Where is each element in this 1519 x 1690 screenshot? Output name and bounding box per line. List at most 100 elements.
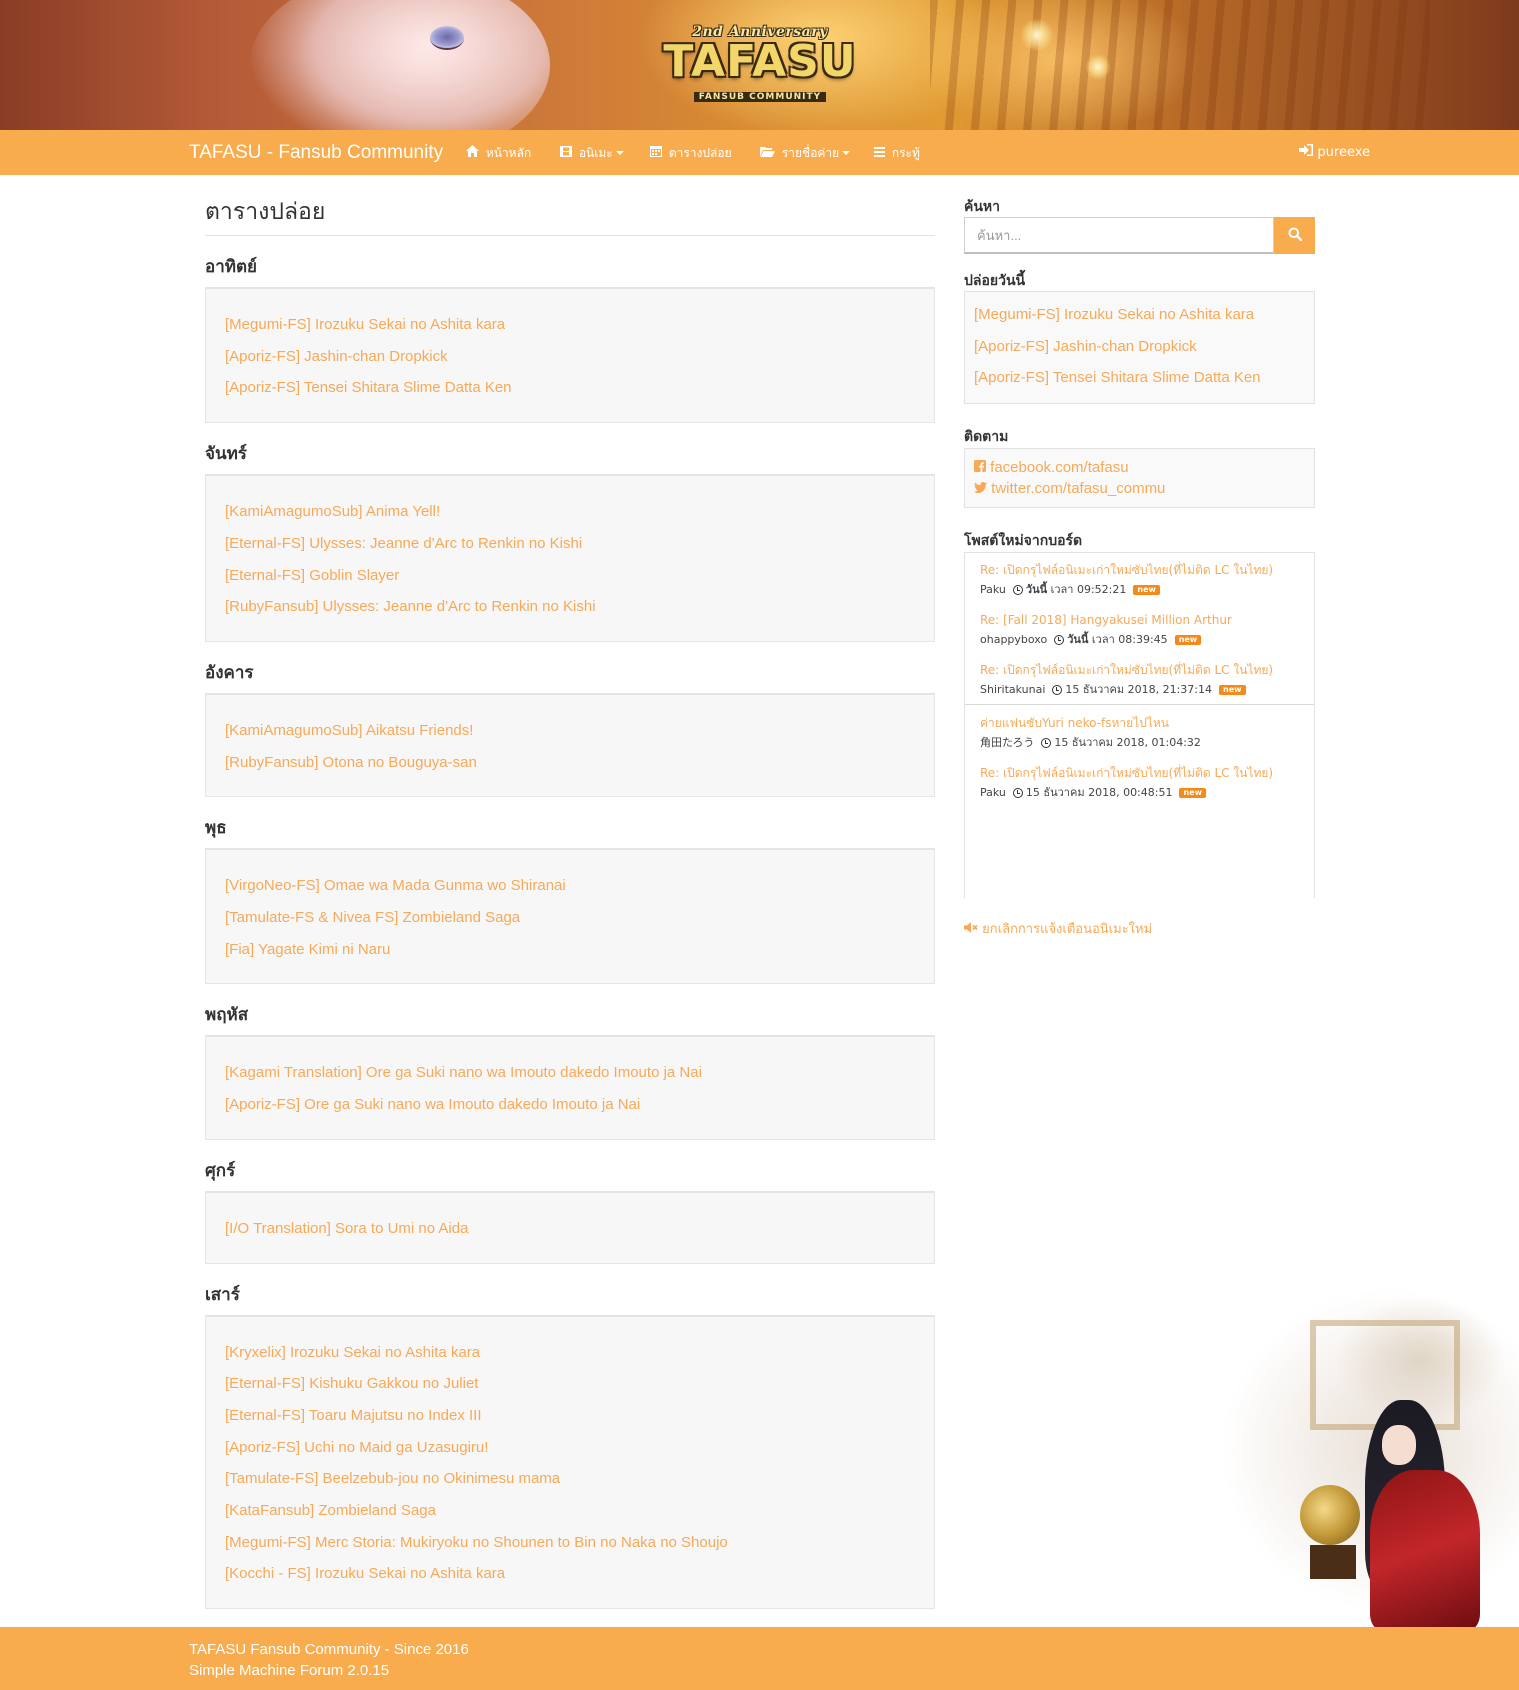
post-time: เวลา 09:52:21 bbox=[1050, 582, 1127, 596]
nav-forum-label: กระทู้ bbox=[891, 146, 920, 160]
calendar-icon bbox=[650, 146, 666, 160]
nav-home-label: หน้าหลัก bbox=[485, 146, 532, 160]
post-author: Paku bbox=[980, 582, 1006, 596]
follow-links: facebook.com/tafasu twitter.com/tafasu_c… bbox=[964, 447, 1315, 508]
follow-heading: ติดตาม bbox=[964, 428, 1009, 445]
release-link[interactable]: [Tamulate-FS & Nivea FS] Zombieland Saga bbox=[225, 902, 915, 934]
board-post-meta: Shiritakunai 15 ธันวาคม 2018, 21:37:14 new bbox=[980, 682, 1284, 698]
post-time: 15 ธันวาคม 2018, 00:48:51 bbox=[1025, 785, 1173, 799]
banner-background-pillars bbox=[930, 0, 1430, 130]
search-icon bbox=[1288, 227, 1302, 244]
release-link[interactable]: [Aporiz-FS] Ore ga Suki nano wa Imouto d… bbox=[225, 1089, 915, 1121]
board-post-meta: 角田たろう 15 ธันวาคม 2018, 01:04:32 bbox=[980, 735, 1284, 751]
release-link[interactable]: [Megumi-FS] Irozuku Sekai no Ashita kara bbox=[225, 309, 915, 341]
nav-schedule-label: ตารางปล่อย bbox=[668, 146, 732, 160]
logo-title: TAFASU bbox=[663, 36, 857, 87]
post-time: เวลา 08:39:45 bbox=[1091, 632, 1168, 646]
search-input[interactable] bbox=[964, 217, 1274, 254]
gramophone-base bbox=[1310, 1545, 1356, 1579]
day-heading: อาทิตย์ bbox=[205, 257, 257, 277]
username: pureexe bbox=[1317, 145, 1370, 160]
board-post-meta: Paku 15 ธันวาคม 2018, 00:48:51 new bbox=[980, 785, 1284, 801]
page-title: ตารางปล่อย bbox=[205, 197, 935, 236]
board-post-title[interactable]: Re: เปิดกรุไฟล์อนิเมะเก่าใหม่ซับไทย(ที่ไ… bbox=[980, 765, 1284, 781]
today-release-list: [Megumi-FS] Irozuku Sekai no Ashita kara… bbox=[964, 291, 1315, 404]
unsubscribe-anime-notification[interactable]: ยกเลิกการแจ้งเตือนอนิเมะใหม่ bbox=[964, 918, 1315, 939]
board-post-item: Re: เปิดกรุไฟล์อนิเมะเก่าใหม่ซับไทย(ที่ไ… bbox=[965, 755, 1314, 805]
nav-home[interactable]: หน้าหลัก bbox=[466, 144, 531, 163]
board-post-title[interactable]: Re: [Fall 2018] Hangyakusei Million Arth… bbox=[980, 612, 1284, 628]
nav-anime-label: อนิเมะ bbox=[578, 146, 613, 160]
day-release-list: [VirgoNeo-FS] Omae wa Mada Gunma wo Shir… bbox=[205, 848, 935, 985]
board-post-title[interactable]: Re: เปิดกรุไฟล์อนิเมะเก่าใหม่ซับไทย(ที่ไ… bbox=[980, 562, 1284, 578]
day-release-list: [KamiAmagumoSub] Aikatsu Friends! [RubyF… bbox=[205, 692, 935, 798]
release-link[interactable]: [RubyFansub] Otona no Bouguya-san bbox=[225, 747, 915, 779]
release-link[interactable]: [Tamulate-FS] Beelzebub-jou no Okinimesu… bbox=[225, 1463, 915, 1495]
release-link[interactable]: [I/O Translation] Sora to Umi no Aida bbox=[225, 1213, 915, 1245]
board-post-item: Re: เปิดกรุไฟล์อนิเมะเก่าใหม่ซับไทย(ที่ไ… bbox=[965, 553, 1314, 602]
day-heading: พุธ bbox=[205, 818, 227, 839]
chevron-down-icon bbox=[615, 151, 624, 155]
character-face bbox=[1382, 1425, 1416, 1465]
board-post-title[interactable]: ค่ายแฟนซับYuri neko-fsหายไปไหน bbox=[980, 715, 1284, 731]
search-button[interactable] bbox=[1274, 217, 1315, 254]
nav-schedule[interactable]: ตารางปล่อย bbox=[650, 144, 732, 163]
navbar-brand[interactable]: TAFASU - Fansub Community bbox=[189, 142, 443, 164]
board-posts-list: Re: เปิดกรุไฟล์อนิเมะเก่าใหม่ซับไทย(ที่ไ… bbox=[964, 551, 1315, 898]
chandelier-light bbox=[1020, 18, 1054, 52]
clock-icon bbox=[1012, 584, 1023, 595]
site-logo[interactable]: 2nd Anniversary TAFASU FANSUB COMMUNITY bbox=[650, 24, 870, 103]
twitter-link[interactable]: twitter.com/tafasu_commu bbox=[974, 478, 1305, 499]
release-link[interactable]: [Megumi-FS] Merc Storia: Mukiryoku no Sh… bbox=[225, 1527, 915, 1559]
day-release-list: [Megumi-FS] Irozuku Sekai no Ashita kara… bbox=[205, 287, 935, 424]
release-link[interactable]: [Eternal-FS] Kishuku Gakkou no Juliet bbox=[225, 1368, 915, 1400]
home-icon bbox=[466, 145, 483, 160]
board-posts-heading: โพสต์ใหม่จากบอร์ด bbox=[964, 532, 1083, 549]
new-badge: new bbox=[1219, 684, 1246, 695]
release-link[interactable]: [Eternal-FS] Ulysses: Jeanne d'Arc to Re… bbox=[225, 528, 915, 560]
release-link[interactable]: [RubyFansub] Ulysses: Jeanne d'Arc to Re… bbox=[225, 591, 915, 623]
release-link[interactable]: [Aporiz-FS] Jashin-chan Dropkick bbox=[225, 341, 915, 373]
header-banner: 2nd Anniversary TAFASU FANSUB COMMUNITY bbox=[0, 0, 1519, 130]
today-release-link[interactable]: [Megumi-FS] Irozuku Sekai no Ashita kara bbox=[974, 299, 1305, 331]
banner-character-art bbox=[250, 0, 550, 130]
new-badge: new bbox=[1133, 584, 1160, 595]
user-login-link[interactable]: pureexe bbox=[1299, 144, 1370, 160]
day-release-list: [Kagami Translation] Ore ga Suki nano wa… bbox=[205, 1035, 935, 1140]
post-date: วันนี้ bbox=[1025, 582, 1048, 596]
release-link[interactable]: [Eternal-FS] Toaru Majutsu no Index III bbox=[225, 1400, 915, 1432]
post-author: Shiritakunai bbox=[980, 682, 1046, 696]
board-post-meta: ohappyboxo วันนี้ เวลา 08:39:45 new bbox=[980, 632, 1284, 648]
post-author: ohappyboxo bbox=[980, 632, 1048, 646]
facebook-link-label: facebook.com/tafasu bbox=[990, 458, 1129, 476]
release-link[interactable]: [Aporiz-FS] Uchi no Maid ga Uzasugiru! bbox=[225, 1432, 915, 1464]
nav-anime-dropdown[interactable]: อนิเมะ bbox=[560, 144, 624, 163]
facebook-link[interactable]: facebook.com/tafasu bbox=[974, 457, 1305, 478]
footer-copyright: TAFASU Fansub Community - Since 2016 bbox=[189, 1641, 469, 1658]
release-link[interactable]: [Fia] Yagate Kimi ni Naru bbox=[225, 934, 915, 966]
release-link[interactable]: [KamiAmagumoSub] Anima Yell! bbox=[225, 496, 915, 528]
today-release-link[interactable]: [Aporiz-FS] Tensei Shitara Slime Datta K… bbox=[974, 362, 1305, 394]
today-release-link[interactable]: [Aporiz-FS] Jashin-chan Dropkick bbox=[974, 331, 1305, 363]
release-link[interactable]: [Eternal-FS] Goblin Slayer bbox=[225, 560, 915, 592]
facebook-icon bbox=[974, 459, 990, 476]
nav-forum[interactable]: กระทู้ bbox=[874, 144, 920, 163]
release-link[interactable]: [KamiAmagumoSub] Aikatsu Friends! bbox=[225, 715, 915, 747]
board-post-title[interactable]: Re: เปิดกรุไฟล์อนิเมะเก่าใหม่ซับไทย(ที่ไ… bbox=[980, 662, 1284, 678]
release-link[interactable]: [VirgoNeo-FS] Omae wa Mada Gunma wo Shir… bbox=[225, 870, 915, 902]
site-footer: TAFASU Fansub Community - Since 2016 Sim… bbox=[0, 1627, 1519, 1690]
release-link[interactable]: [Kagami Translation] Ore ga Suki nano wa… bbox=[225, 1057, 915, 1089]
release-link[interactable]: [Kryxelix] Irozuku Sekai no Ashita kara bbox=[225, 1337, 915, 1369]
day-release-list: [KamiAmagumoSub] Anima Yell! [Eternal-FS… bbox=[205, 474, 935, 642]
release-link[interactable]: [KataFansub] Zombieland Saga bbox=[225, 1495, 915, 1527]
nav-groups-dropdown[interactable]: รายชื่อค่าย bbox=[760, 144, 851, 163]
release-link[interactable]: [Kocchi - FS] Irozuku Sekai no Ashita ka… bbox=[225, 1558, 915, 1590]
day-release-list: [Kryxelix] Irozuku Sekai no Ashita kara … bbox=[205, 1314, 935, 1610]
logo-subtitle: FANSUB COMMUNITY bbox=[693, 92, 827, 102]
gramophone-horn bbox=[1300, 1485, 1360, 1545]
volume-off-icon bbox=[964, 921, 982, 937]
new-badge: new bbox=[1174, 634, 1202, 645]
release-link[interactable]: [Aporiz-FS] Tensei Shitara Slime Datta K… bbox=[225, 372, 915, 404]
board-post-meta: Paku วันนี้ เวลา 09:52:21 new bbox=[980, 582, 1284, 598]
new-badge: new bbox=[1179, 787, 1206, 798]
